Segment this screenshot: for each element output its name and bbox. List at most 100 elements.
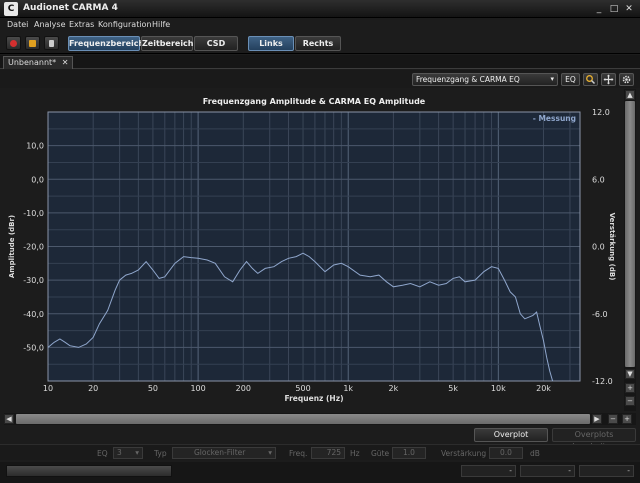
y-tick-label-left: -40,0	[23, 310, 44, 319]
tab-close-icon[interactable]: ✕	[62, 58, 69, 67]
view-zeitbereich-button[interactable]: Zeitbereich	[141, 36, 194, 51]
freq-input[interactable]: 725	[311, 447, 345, 459]
progress-bar	[6, 465, 172, 477]
y-tick-label-right: -12.0	[592, 377, 613, 386]
gain-input[interactable]: 0.0	[489, 447, 523, 459]
zoom-in-horizontal-button[interactable]: +	[622, 414, 632, 424]
y-tick-label-left: -10,0	[23, 209, 44, 218]
status-field-2: -	[520, 465, 575, 477]
x-axis-label: Frequenz (Hz)	[284, 394, 343, 403]
view-frequenzbereich-button[interactable]: Frequenzbereich	[68, 36, 144, 51]
gain-unit: dB	[530, 449, 540, 458]
document-tab-strip: Unbenannt* ✕	[0, 55, 640, 69]
close-button[interactable]: ✕	[622, 3, 636, 15]
y-axis-label-left: Amplitude (dBr)	[8, 215, 16, 278]
chevron-down-icon: ▾	[550, 75, 554, 83]
x-tick-label: 10	[43, 384, 53, 393]
freq-label: Freq.	[289, 449, 308, 458]
chevron-down-icon: ▾	[135, 448, 139, 457]
move-arrows-icon	[603, 74, 614, 85]
y-tick-label-left: 0,0	[31, 175, 44, 184]
vertical-scroll-thumb[interactable]	[625, 101, 635, 367]
eq-label: EQ	[97, 449, 108, 458]
zoom-in-vertical-button[interactable]: +	[625, 383, 635, 393]
view-csd-button[interactable]: CSD	[194, 36, 238, 51]
gain-label: Verstärkung	[441, 449, 487, 458]
zoom-out-horizontal-button[interactable]: −	[608, 414, 618, 424]
pan-button[interactable]	[601, 73, 616, 86]
status-bar: - - -	[0, 462, 640, 483]
menu-bar: Datei Analyse Extras Konfiguration Hilfe	[0, 18, 640, 32]
status-field-3: -	[579, 465, 634, 477]
status-field-1: -	[461, 465, 516, 477]
x-tick-label: 200	[236, 384, 251, 393]
menu-konfiguration[interactable]: Konfiguration	[98, 20, 152, 29]
x-tick-label: 20	[88, 384, 98, 393]
x-tick-label: 1k	[343, 384, 353, 393]
main-toolbar: Frequenzbereich Zeitbereich CSD Links Re…	[0, 32, 640, 54]
type-select-value: Glocken-Filter	[194, 448, 246, 457]
channel-links-button[interactable]: Links	[248, 36, 294, 51]
minimize-button[interactable]: _	[592, 3, 606, 15]
x-tick-label: 100	[190, 384, 205, 393]
y-tick-label-left: -30,0	[23, 276, 44, 285]
x-tick-label: 50	[148, 384, 158, 393]
chart-toolbar: Frequenzgang & CARMA EQ ▾ EQ	[0, 70, 640, 88]
y-tick-label-left: 10,0	[26, 142, 44, 151]
create-overplot-button[interactable]: Overplot erzeugen	[474, 428, 548, 451]
scroll-up-button[interactable]: ▲	[625, 90, 635, 100]
record-button[interactable]	[6, 36, 21, 50]
y-tick-label-left: -20,0	[23, 243, 44, 252]
chevron-down-icon: ▾	[268, 448, 272, 457]
zoom-out-vertical-button[interactable]: −	[625, 396, 635, 406]
x-tick-label: 500	[295, 384, 310, 393]
channel-rechts-button[interactable]: Rechts	[295, 36, 341, 51]
edit-overplots-button[interactable]: Overplots bearbeiten	[552, 428, 636, 451]
maximize-button[interactable]: □	[607, 3, 621, 15]
eq-select[interactable]: 3 ▾	[113, 447, 143, 459]
q-input[interactable]: 1.0	[392, 447, 426, 459]
horizontal-scroll-thumb[interactable]	[16, 414, 590, 424]
y-tick-label-left: -50,0	[23, 343, 44, 352]
x-tick-label: 20k	[536, 384, 551, 393]
y-tick-label-right: 12.0	[592, 108, 610, 117]
scroll-right-button[interactable]: ▶	[592, 414, 602, 424]
magnifier-icon	[586, 75, 596, 85]
menu-datei[interactable]: Datei	[7, 20, 28, 29]
chart-view-select[interactable]: Frequenzgang & CARMA EQ ▾	[412, 73, 558, 86]
x-tick-label: 5k	[448, 384, 458, 393]
speaker-button[interactable]	[44, 36, 59, 50]
document-tab-label: Unbenannt*	[8, 58, 57, 67]
title-bar: C Audionet CARMA 4 _ □ ✕	[0, 0, 640, 18]
scroll-left-button[interactable]: ◀	[4, 414, 14, 424]
eq-button[interactable]: EQ	[561, 73, 580, 86]
horizontal-scrollbar[interactable]: ◀ ▶ − +	[4, 413, 636, 425]
eq-select-value: 3	[117, 448, 122, 457]
type-label: Typ	[154, 449, 167, 458]
speaker-icon	[49, 40, 54, 47]
settings-button[interactable]	[619, 73, 634, 86]
legend-entry: - Messung	[533, 114, 576, 123]
zoom-button[interactable]	[583, 73, 598, 86]
menu-analyse[interactable]: Analyse	[34, 20, 66, 29]
y-tick-label-right: 0.0	[592, 243, 605, 252]
chart-view-select-value: Frequenzgang & CARMA EQ	[416, 75, 520, 84]
open-folder-icon	[29, 40, 36, 47]
frequency-response-chart[interactable]: Frequenzgang Amplitude & CARMA EQ Amplit…	[4, 89, 622, 411]
y-tick-label-right: -6.0	[592, 310, 608, 319]
chart-title: Frequenzgang Amplitude & CARMA EQ Amplit…	[203, 97, 426, 106]
document-tab[interactable]: Unbenannt* ✕	[3, 56, 74, 69]
freq-unit: Hz	[350, 449, 360, 458]
record-icon	[10, 40, 17, 47]
menu-extras[interactable]: Extras	[69, 20, 94, 29]
vertical-scrollbar[interactable]: ▲ ▼ + −	[624, 89, 636, 411]
scroll-down-button[interactable]: ▼	[625, 369, 635, 379]
open-button[interactable]	[25, 36, 40, 50]
chart-panel: Frequenzgang Amplitude & CARMA EQ Amplit…	[4, 89, 622, 411]
type-select[interactable]: Glocken-Filter ▾	[172, 447, 276, 459]
y-axis-label-right: Verstärkung (dB)	[608, 213, 616, 281]
x-tick-label: 2k	[389, 384, 399, 393]
app-logo-icon: C	[4, 2, 18, 16]
gear-icon	[622, 75, 631, 84]
menu-hilfe[interactable]: Hilfe	[152, 20, 170, 29]
